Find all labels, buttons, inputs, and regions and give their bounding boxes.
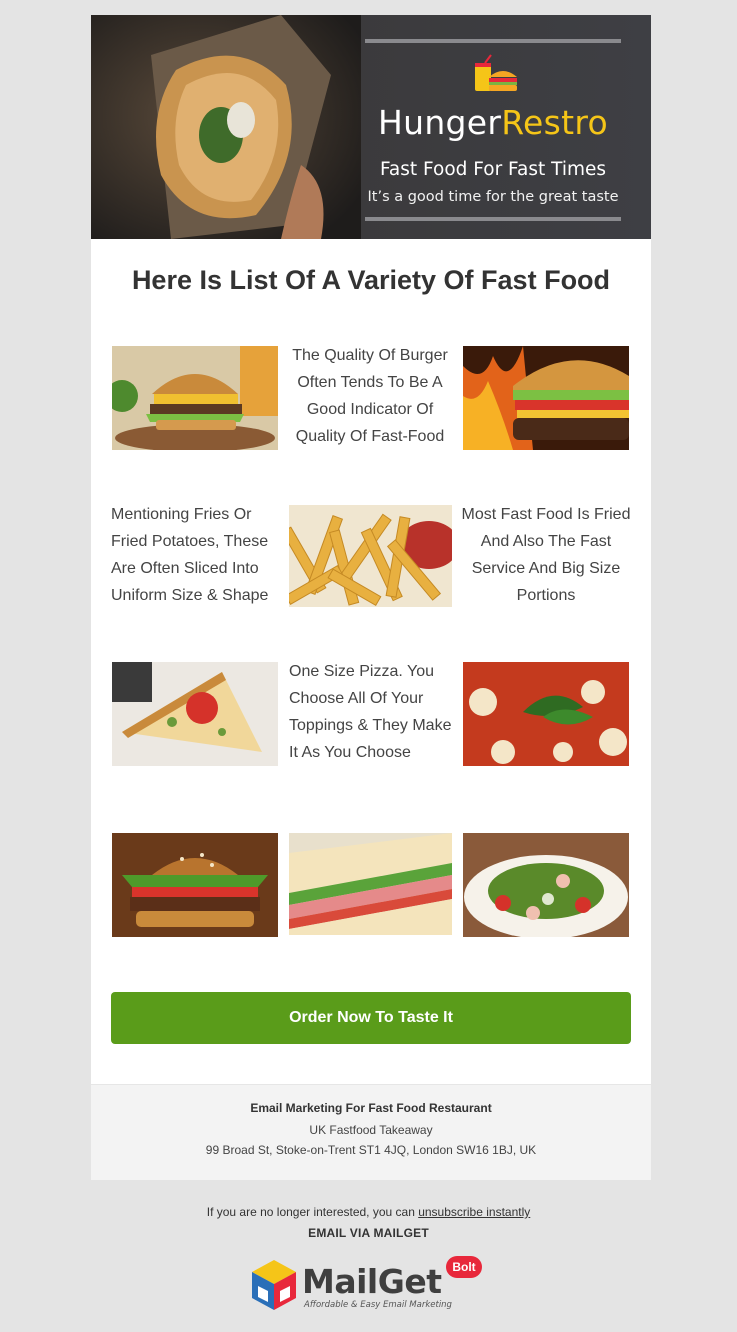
pizza-description: One Size Pizza. You Choose All Of Your T…: [289, 663, 452, 761]
stacked-burger-image: [112, 833, 278, 937]
hero-banner: HungerRestro Fast Food For Fast Times It…: [91, 15, 651, 239]
unsubscribe-line: If you are no longer interested, you can…: [0, 1205, 737, 1219]
salad-plate-image: [463, 833, 629, 937]
hero-sandwich-image: [91, 15, 361, 239]
footer: Email Marketing For Fast Food Restaurant…: [91, 1084, 651, 1180]
brand-name-second: Restro: [501, 103, 608, 142]
fries-description: Mentioning Fries Or Fried Potatoes, Thes…: [111, 506, 269, 604]
sandwich-image: [289, 833, 452, 935]
hero-brand-block: HungerRestro Fast Food For Fast Times It…: [363, 15, 623, 239]
pizza-with-basil-image: [463, 662, 629, 766]
burger-drink-logo-icon: [471, 53, 519, 97]
flame-grilled-burger-image: [463, 346, 629, 450]
email-card: HungerRestro Fast Food For Fast Times It…: [91, 15, 651, 1180]
mailget-bolt-badge: Bolt: [446, 1256, 482, 1278]
french-fries-image: [289, 505, 452, 607]
footer-title: Email Marketing For Fast Food Restaurant: [250, 1101, 492, 1115]
fried-food-description: Most Fast Food Is Fried And Also The Fas…: [461, 506, 631, 604]
email-via-label: EMAIL VIA MAILGET: [308, 1226, 429, 1240]
mailget-wordmark: MailGet: [302, 1262, 442, 1301]
hero-tagline: Fast Food For Fast Times: [379, 159, 607, 180]
footer-address: 99 Broad St, Stoke-on-Trent ST1 4JQ, Lon…: [205, 1143, 537, 1157]
hero-subtagline: It’s a good time for the great taste: [367, 189, 619, 205]
pizza-slice-image: [112, 662, 278, 766]
brand-name: HungerRestro: [363, 103, 623, 142]
brand-name-first: Hunger: [378, 103, 502, 142]
hero-top-rule: [365, 39, 621, 43]
burger-description: The Quality Of Burger Often Tends To Be …: [292, 347, 448, 445]
mailget-cube-icon: [250, 1258, 298, 1312]
hero-bottom-rule: [365, 217, 621, 221]
mailget-logo[interactable]: MailGet Bolt Affordable & Easy Email Mar…: [250, 1256, 490, 1316]
mailget-subtitle: Affordable & Easy Email Marketing: [304, 1300, 452, 1310]
unsubscribe-prefix: If you are no longer interested, you can: [206, 1205, 419, 1219]
burger-with-drink-image: [112, 346, 278, 450]
footer-company: UK Fastfood Takeaway: [309, 1123, 433, 1137]
page-title: Here Is List Of A Variety Of Fast Food: [131, 265, 611, 295]
unsubscribe-link[interactable]: unsubscribe instantly: [418, 1205, 530, 1219]
order-now-button[interactable]: Order Now To Taste It: [111, 992, 631, 1044]
